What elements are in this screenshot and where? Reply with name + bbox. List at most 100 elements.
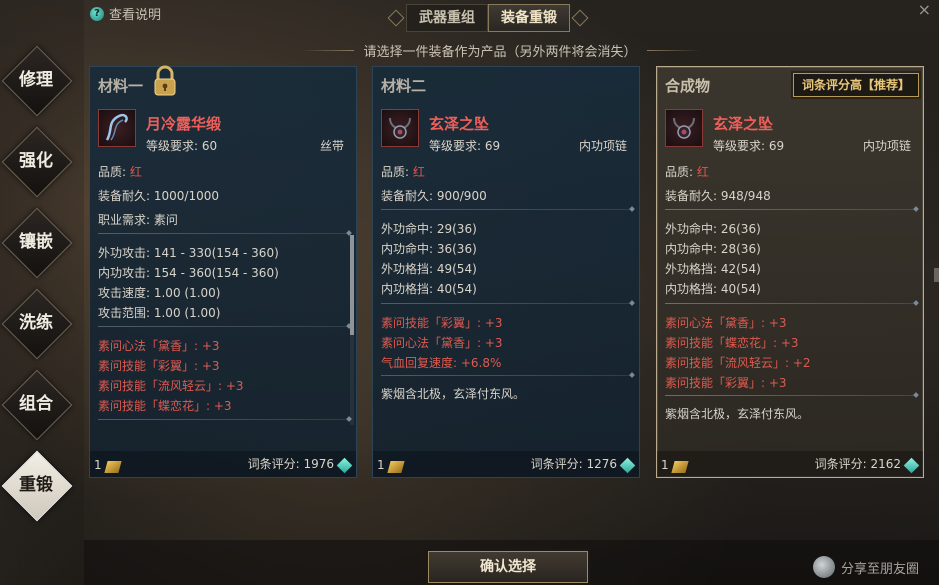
attribute-line: 素问技能「流风轻云」: +3 — [98, 379, 244, 393]
gem-icon — [903, 457, 920, 474]
card-header: 材料二 — [381, 77, 427, 95]
material-count: 1 — [94, 458, 102, 472]
card-header: 材料一 — [98, 77, 144, 95]
quality-label: 品质: — [98, 165, 127, 179]
attribute-line: 素问技能「流风轻云」: +2 — [665, 356, 811, 370]
level-requirement: 等级要求: 69 — [429, 139, 501, 153]
durability: 装备耐久: 1000/1000 — [98, 189, 219, 203]
level-requirement: 等级要求: 60 — [146, 139, 218, 153]
lock-icon[interactable] — [152, 65, 178, 97]
side-nav-label: 洗练 — [19, 313, 53, 333]
durability: 装备耐久: 948/948 — [665, 189, 771, 203]
class-requirement: 职业需求: 素问 — [98, 213, 178, 227]
section-divider — [98, 326, 348, 327]
side-nav-label: 组合 — [19, 394, 53, 414]
scroll-item-icon — [387, 461, 405, 473]
stat-line: 内功格挡: 40(54) — [665, 282, 761, 296]
quality-row: 品质: 红 — [665, 163, 709, 180]
stat-line: 内功命中: 28(36) — [665, 242, 761, 256]
item-description: 紫烟含北极，玄泽付东风。 — [381, 387, 526, 401]
item-description: 紫烟含北极，玄泽付东风。 — [665, 407, 810, 421]
stat-line: 攻击速度: 1.00 (1.00) — [98, 286, 221, 300]
attribute-score: 词条评分: 1276 — [530, 457, 617, 471]
share-button[interactable]: 分享至朋友圈 — [812, 556, 919, 578]
attribute-score: 词条评分: 1976 — [247, 457, 334, 471]
result-card[interactable]: 合成物 词条评分高【推荐】 玄泽之坠 等级要求: 69 内功项链 品质: 红 装… — [656, 66, 924, 478]
scroll-item-icon — [671, 461, 689, 473]
side-nav-label: 强化 — [19, 151, 53, 171]
attribute-line: 素问技能「蝶恋花」: +3 — [665, 336, 799, 350]
attribute-line: 素问技能「蝶恋花」: +3 — [98, 399, 232, 413]
necklace-item-icon[interactable] — [381, 109, 419, 147]
quality-value: 红 — [412, 165, 425, 179]
stat-line: 外功格挡: 49(54) — [381, 262, 477, 276]
stat-line: 内功格挡: 40(54) — [381, 282, 477, 296]
gem-icon — [336, 457, 353, 474]
level-requirement: 等级要求: 69 — [713, 139, 785, 153]
item-name: 玄泽之坠 — [713, 115, 774, 133]
side-nav-label: 重锻 — [19, 475, 53, 495]
top-tabs: 武器重组 装备重锻 — [386, 4, 590, 32]
attribute-line: 素问技能「彩翼」: +3 — [665, 376, 787, 390]
stat-line: 内功攻击: 154 - 360(154 - 360) — [98, 266, 279, 280]
subtitle-divider-right — [646, 50, 701, 51]
scrollbar-thumb[interactable] — [350, 235, 354, 335]
scroll-item-icon — [104, 461, 122, 473]
card-footer: 1 词条评分: 1976 — [90, 451, 356, 477]
help-link[interactable]: ? 查看说明 — [90, 4, 161, 23]
attribute-score: 词条评分: 2162 — [814, 457, 901, 471]
tab-equipment-reforge[interactable]: 装备重锻 — [488, 4, 570, 32]
side-nav-label: 镶嵌 — [19, 232, 53, 252]
tab-right-cap-icon — [571, 9, 589, 27]
necklace-item-icon[interactable] — [665, 109, 703, 147]
stat-line: 攻击范围: 1.00 (1.00) — [98, 306, 221, 320]
help-icon: ? — [90, 6, 104, 21]
section-divider — [665, 209, 915, 210]
material-card-2[interactable]: 材料二 玄泽之坠 等级要求: 69 内功项链 品质: 红 装备耐久: 900/9… — [372, 66, 640, 478]
subtitle-divider-left — [300, 50, 354, 51]
section-divider — [98, 233, 348, 234]
item-name: 月冷露华缎 — [146, 115, 222, 133]
material-card-1[interactable]: 材料一 月冷露华缎 等级要求: 60 丝带 品质: 红 装备耐久: 1000/1… — [89, 65, 357, 478]
close-icon[interactable]: × — [918, 0, 931, 19]
item-type: 内功项链 — [862, 139, 911, 153]
recommend-badge: 词条评分高【推荐】 — [792, 73, 919, 97]
item-type: 丝带 — [319, 139, 344, 153]
item-type: 内功项链 — [578, 139, 627, 153]
card-header: 合成物 — [665, 77, 711, 95]
stat-line: 内功命中: 36(36) — [381, 242, 477, 256]
attribute-line: 素问心法「黛香」: +3 — [665, 316, 787, 330]
help-label: 查看说明 — [109, 8, 162, 23]
subtitle-text: 请选择一件装备作为产品（另外两件将会消失） — [363, 45, 637, 60]
card-footer: 1 词条评分: 1276 — [373, 451, 639, 477]
quality-row: 品质: 红 — [381, 163, 425, 180]
attribute-line: 素问心法「黛香」: +3 — [381, 336, 503, 350]
section-divider — [381, 209, 631, 210]
item-name: 玄泽之坠 — [429, 115, 490, 133]
side-nav-label: 修理 — [19, 70, 53, 90]
attribute-line: 气血回复速度: +6.8% — [381, 356, 502, 370]
share-icon — [812, 556, 835, 578]
stat-line: 外功攻击: 141 - 330(154 - 360) — [98, 246, 279, 260]
stat-line: 外功命中: 26(36) — [665, 222, 761, 236]
side-panel-handle[interactable] — [934, 268, 939, 282]
durability: 装备耐久: 900/900 — [381, 189, 487, 203]
section-divider — [98, 419, 348, 420]
confirm-selection-button[interactable]: 确认选择 — [428, 551, 588, 583]
stat-line: 外功格挡: 42(54) — [665, 262, 761, 276]
section-divider — [381, 303, 631, 304]
tab-weapon-recombine[interactable]: 武器重组 — [406, 4, 488, 32]
attribute-line: 素问技能「彩翼」: +3 — [381, 316, 503, 330]
share-label: 分享至朋友圈 — [840, 561, 919, 577]
material-count: 1 — [661, 458, 669, 472]
attribute-line: 素问技能「彩翼」: +3 — [98, 359, 220, 373]
quality-value: 红 — [129, 165, 142, 179]
quality-label: 品质: — [665, 165, 694, 179]
subtitle-row: 请选择一件装备作为产品（另外两件将会消失） — [300, 41, 701, 60]
section-divider — [665, 395, 915, 396]
ribbon-item-icon[interactable] — [98, 109, 136, 147]
section-divider — [381, 375, 631, 376]
tab-left-cap-icon — [387, 9, 405, 27]
quality-label: 品质: — [381, 165, 410, 179]
gem-icon — [619, 457, 636, 474]
